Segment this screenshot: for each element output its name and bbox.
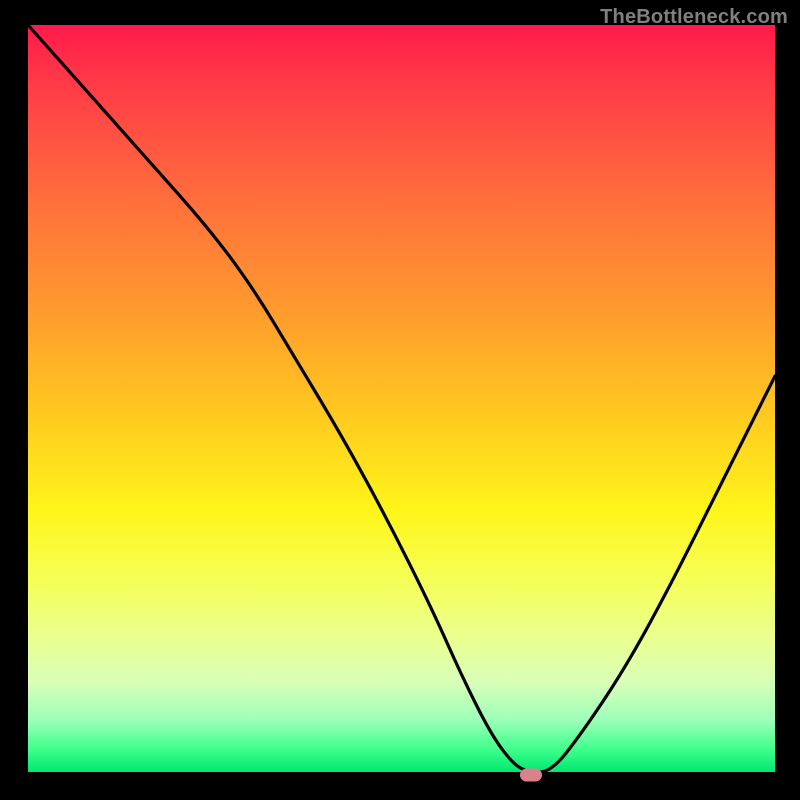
curve-svg bbox=[28, 25, 775, 772]
optimal-point-marker bbox=[520, 769, 542, 782]
bottleneck-curve bbox=[28, 25, 775, 772]
chart-stage: TheBottleneck.com bbox=[0, 0, 800, 800]
plot-area bbox=[25, 25, 775, 775]
